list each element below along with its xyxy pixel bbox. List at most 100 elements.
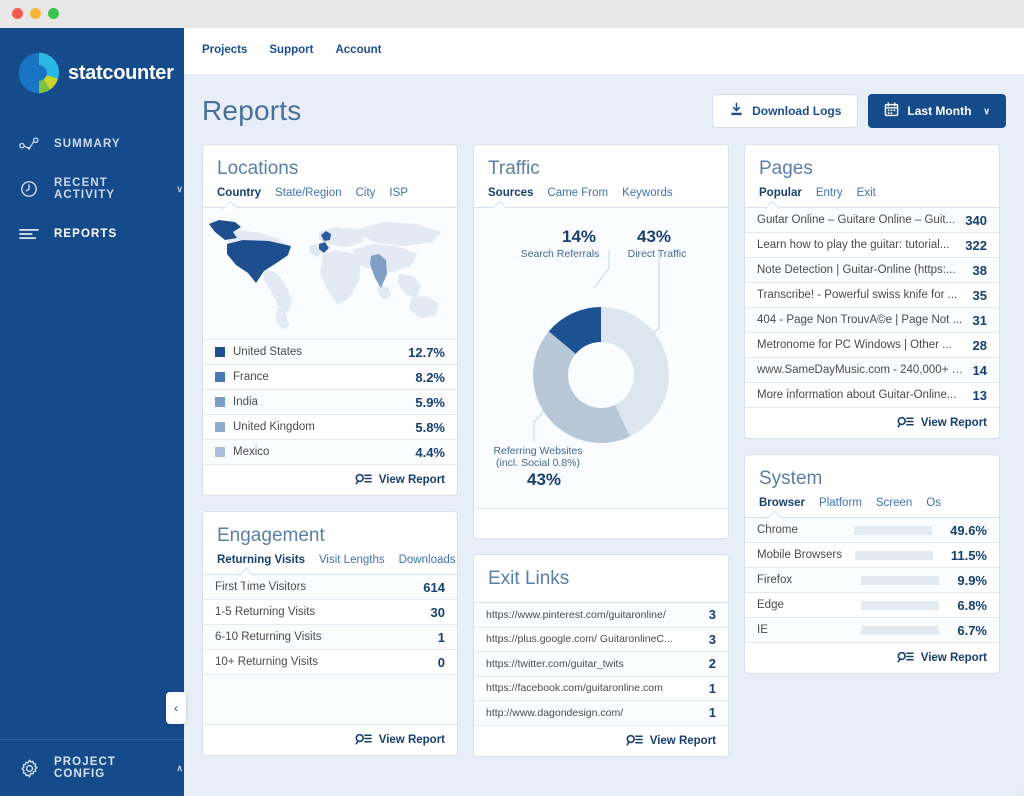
row-value: 6.8% [957,597,987,613]
topnav-link-projects[interactable]: Projects [202,44,247,56]
tab-country[interactable]: Country [217,187,261,199]
row-value: 6.7% [957,622,987,638]
pages-rows: Guitar Online – Guitare Online – Guit...… [745,208,999,408]
table-row[interactable]: http://www.dagondesign.com/ 1 [474,701,728,726]
row-label: 10+ Returning Visits [215,656,319,668]
world-map[interactable] [203,208,457,340]
sidebar-item-reports[interactable]: REPORTS [0,212,184,256]
table-row[interactable]: Note Detection | Guitar-Online (https:..… [745,258,999,283]
tab-came-from[interactable]: Came From [547,187,608,199]
tab-screen[interactable]: Screen [876,497,912,509]
view-report-button[interactable]: View Report [474,725,728,756]
row-value: 9.9% [957,572,987,588]
table-row[interactable]: Edge 6.8% [745,593,999,618]
sidebar-collapse-button[interactable]: ‹ [166,692,186,724]
active-tab-indicator [203,207,457,208]
view-report-icon [897,650,914,666]
tab-popular[interactable]: Popular [759,187,802,199]
row-value: 340 [965,212,987,228]
table-row[interactable]: www.SameDayMusic.com - 240,000+ it... 14 [745,358,999,383]
sidebar-footer-label: PROJECT CONFIG [54,756,117,780]
table-row[interactable]: United Kingdom 5.8% [203,415,457,440]
table-row[interactable]: 404 - Page Non TrouvÃ©e | Page Not ... 3… [745,308,999,333]
view-report-icon [897,415,914,431]
table-row[interactable]: https://facebook.com/guitaronline.com 1 [474,677,728,701]
table-row[interactable]: United States 12.7% [203,340,457,365]
window-controls [12,8,59,19]
row-value: 28 [972,337,987,353]
tab-sources[interactable]: Sources [488,187,533,199]
sidebar-item-project-config[interactable]: PROJECT CONFIG ∧ [0,739,184,796]
table-row[interactable]: 1-5 Returning Visits 30 [203,600,457,625]
row-value: 4.4% [415,444,445,460]
table-row[interactable]: India 5.9% [203,390,457,415]
row-value: 3 [708,607,716,623]
grid-column-2: Traffic Sources Came From Keywords 14% S… [473,144,729,757]
view-report-button[interactable]: View Report [203,465,457,495]
minimize-window-button[interactable] [30,8,41,19]
topnav-link-support[interactable]: Support [269,44,313,56]
table-row[interactable]: Firefox 9.9% [745,568,999,593]
clock-icon [18,178,40,200]
table-row[interactable]: Mobile Browsers 11.5% [745,543,999,568]
traffic-sources-donut-chart[interactable]: 14% Search Referrals 43% Direct Traffic … [474,208,728,508]
tab-state-region[interactable]: State/Region [275,187,342,199]
topbar: Projects Support Account [184,28,1024,74]
gear-icon [18,757,40,779]
view-report-button[interactable]: View Report [745,643,999,673]
row-label: More information about Guitar-Online... [757,389,957,401]
view-report-button[interactable]: View Report [745,408,999,438]
table-row[interactable]: France 8.2% [203,365,457,390]
referring-websites-sublabel: (incl. Social 0.8%) [496,457,580,469]
card-engagement: Engagement Returning Visits Visit Length… [202,511,458,756]
sidebar-item-recent-activity[interactable]: RECENT ACTIVITY ∨ [0,166,184,212]
table-row[interactable]: Mexico 4.4% [203,440,457,465]
tab-isp[interactable]: ISP [389,187,408,199]
tab-entry[interactable]: Entry [816,187,843,199]
row-label: United States [233,346,303,358]
table-row[interactable]: Transcribe! - Powerful swiss knife for .… [745,283,999,308]
usage-bar [861,625,940,635]
tab-keywords[interactable]: Keywords [622,187,673,199]
view-report-button[interactable]: View Report [203,725,457,755]
tab-visit-lengths[interactable]: Visit Lengths [319,554,385,566]
card-locations: Locations Country State/Region City ISP [202,144,458,496]
download-logs-button[interactable]: Download Logs [712,94,859,128]
tab-os[interactable]: Os [926,497,941,509]
table-row[interactable]: https://twitter.com/guitar_twits 2 [474,652,728,677]
close-window-button[interactable] [12,8,23,19]
tab-returning-visits[interactable]: Returning Visits [217,554,305,566]
table-row[interactable]: 10+ Returning Visits 0 [203,650,457,675]
maximize-window-button[interactable] [48,8,59,19]
tab-downloads[interactable]: Downloads [399,554,456,566]
row-value: 13 [972,387,987,403]
top-nav: Projects Support Account [184,28,1024,56]
table-row[interactable]: Guitar Online – Guitare Online – Guit...… [745,208,999,233]
table-row[interactable]: 6-10 Returning Visits 1 [203,625,457,650]
table-row[interactable]: IE 6.7% [745,618,999,643]
row-value: 8.2% [415,369,445,385]
row-value: 5.8% [415,419,445,435]
date-range-selector[interactable]: Last Month ∨ [868,94,1006,128]
table-row-empty [203,675,457,725]
grid-column-1: Locations Country State/Region City ISP [202,144,458,756]
table-row[interactable]: Learn how to play the guitar: tutorial..… [745,233,999,258]
statcounter-logo-icon [18,52,60,94]
table-row[interactable]: Metronome for PC Windows | Other ... 28 [745,333,999,358]
table-row[interactable]: https://plus.google.com/ GuitaronlineC..… [474,628,728,652]
tab-browser[interactable]: Browser [759,497,805,509]
summary-graph-icon [18,133,40,155]
tab-platform[interactable]: Platform [819,497,862,509]
sidebar-item-summary[interactable]: SUMMARY [0,122,184,166]
tab-exit[interactable]: Exit [857,187,876,199]
table-row[interactable]: Chrome 49.6% [745,518,999,543]
card-system-header: System Browser Platform Screen Os [745,455,999,517]
color-swatch [215,447,225,457]
topnav-link-account[interactable]: Account [335,44,381,56]
brand-logo[interactable]: statcounter [0,28,184,96]
view-report-icon [355,472,372,488]
table-row[interactable]: https://www.pinterest.com/guitaronline/ … [474,603,728,628]
tab-city[interactable]: City [356,187,376,199]
table-row[interactable]: More information about Guitar-Online... … [745,383,999,408]
view-report-icon [355,732,372,748]
